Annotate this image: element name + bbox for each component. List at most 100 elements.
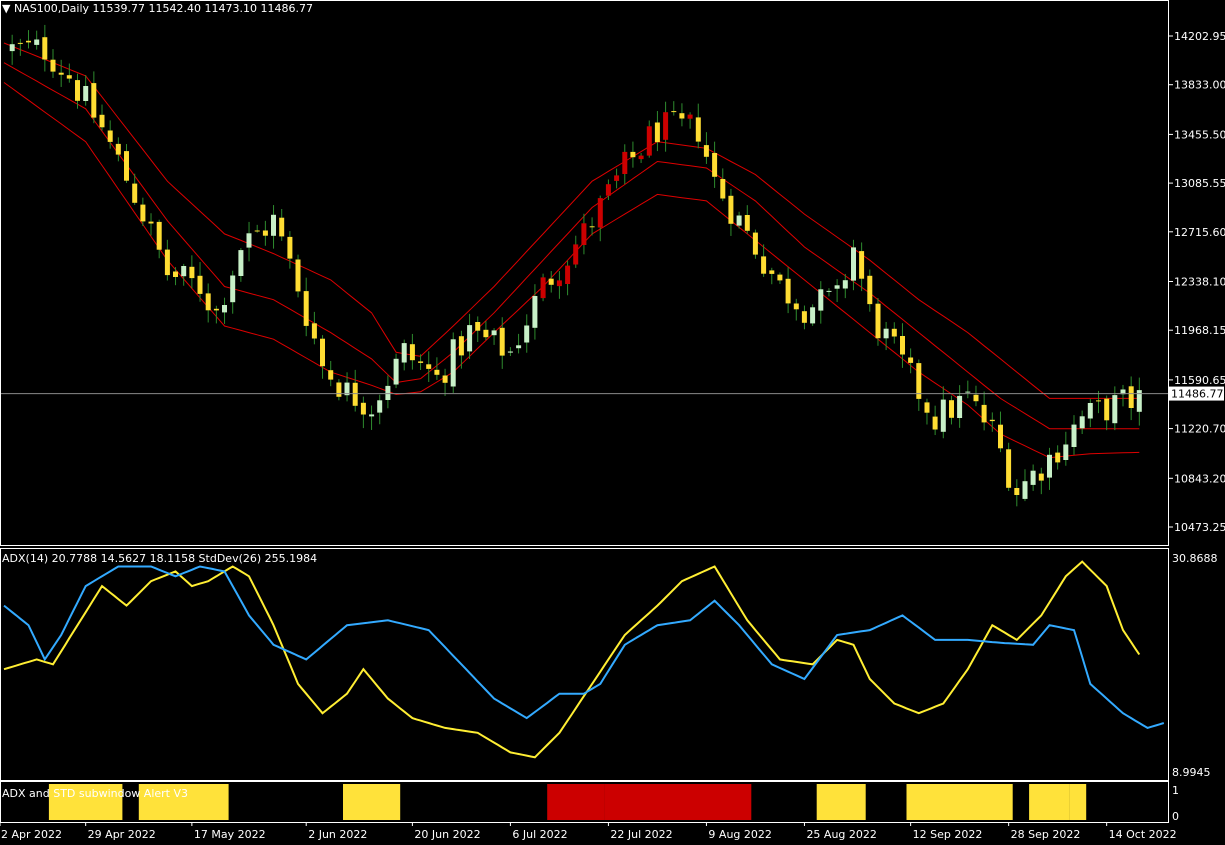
candle-body xyxy=(1063,444,1069,460)
chart-canvas: 11486.77 14202.95 13833.00 13455.50 13085.55… xyxy=(0,0,1225,841)
indicator-tick-label: 30.8688 xyxy=(1172,552,1218,565)
candle-body xyxy=(826,290,832,292)
candle-body xyxy=(687,114,693,119)
price-tick-label: 12338.10 xyxy=(1174,276,1225,289)
candle-body xyxy=(205,293,211,311)
candle-body xyxy=(230,275,236,303)
candle-body xyxy=(287,236,293,259)
candle-body xyxy=(222,305,227,313)
price-tick-label: 13085.55 xyxy=(1174,177,1225,190)
candle-body xyxy=(1055,452,1061,463)
candle-body xyxy=(1096,400,1101,402)
candle-body xyxy=(761,256,767,274)
candle-body xyxy=(965,391,971,393)
candle-body xyxy=(1038,473,1044,481)
candle-body xyxy=(785,278,791,304)
candle-body xyxy=(442,375,448,383)
candle-body xyxy=(483,329,489,338)
symbol-title: ▼ NAS100,Daily 11539.77 11542.40 11473.1… xyxy=(2,2,313,15)
candle-body xyxy=(605,184,611,196)
candle-body xyxy=(736,215,742,226)
candle-body xyxy=(246,233,252,248)
candle-body xyxy=(1022,481,1028,499)
signal-bar-red xyxy=(686,784,752,820)
x-tick-label: 12 Apr 2022 xyxy=(0,828,62,841)
candle-body xyxy=(238,250,244,276)
candle-body xyxy=(949,400,954,418)
candle-body xyxy=(91,83,97,118)
price-panel xyxy=(0,24,1168,507)
candle-body xyxy=(793,303,799,310)
price-tick-label: 13833.00 xyxy=(1174,79,1225,92)
candle-body xyxy=(1006,449,1012,488)
x-tick-label: 2 Jun 2022 xyxy=(308,828,367,841)
candle-body xyxy=(34,39,40,45)
envelope-band-lower xyxy=(3,82,1140,459)
candle-body xyxy=(1112,395,1118,424)
candle-body xyxy=(1087,403,1093,419)
candle-body xyxy=(1047,454,1052,478)
price-tick-label: 11220.70 xyxy=(1174,423,1225,436)
candle-body xyxy=(352,382,358,406)
candle-body xyxy=(769,270,775,274)
candle-body xyxy=(859,251,865,279)
candle-body xyxy=(58,72,64,75)
candle-body xyxy=(491,330,497,336)
candle-body xyxy=(467,325,473,352)
price-tick-label: 10843.20 xyxy=(1174,472,1225,485)
signal-bar-yellow xyxy=(816,784,866,820)
candle-body xyxy=(565,265,571,284)
price-tick-label: 11968.15 xyxy=(1174,324,1225,337)
candle-body xyxy=(164,249,170,276)
candle-body xyxy=(703,145,709,157)
candle-body xyxy=(801,311,807,323)
candle-body xyxy=(924,402,930,413)
x-tick-label: 28 Sep 2022 xyxy=(1011,828,1081,841)
x-tick-label: 6 Jul 2022 xyxy=(512,828,567,841)
candle-body xyxy=(450,339,456,387)
x-tick-label: 9 Aug 2022 xyxy=(708,828,771,841)
candle-body xyxy=(989,419,995,422)
candle-body xyxy=(720,179,726,199)
candle-body xyxy=(393,358,399,385)
price-tick-label: 14202.95 xyxy=(1174,30,1225,43)
candle-body xyxy=(181,266,187,277)
candle-body xyxy=(197,275,203,294)
candle-body xyxy=(622,151,628,174)
candle-body xyxy=(981,404,987,423)
candle-body xyxy=(303,291,309,326)
candle-body xyxy=(818,289,824,311)
candle-body xyxy=(173,271,178,277)
candle-body xyxy=(9,44,15,52)
candle-body xyxy=(851,247,856,281)
candle-body xyxy=(156,221,162,250)
candle-body xyxy=(107,130,113,142)
candle-body xyxy=(401,343,407,363)
candle-body xyxy=(540,277,546,299)
candle-body xyxy=(712,153,718,177)
candle-body xyxy=(630,151,636,158)
candle-body xyxy=(426,364,432,369)
candle-body xyxy=(75,80,80,101)
candle-body xyxy=(663,112,669,140)
candle-body xyxy=(671,111,677,113)
candle-body xyxy=(883,328,889,339)
candle-body xyxy=(262,230,268,236)
candle-body xyxy=(418,361,424,363)
adx-label: ADX(14) 20.7788 14.5627 18.1158 StdDev(2… xyxy=(2,552,317,565)
candle-body xyxy=(581,223,587,245)
candle-body xyxy=(597,198,603,228)
candle-body xyxy=(875,303,881,339)
x-tick-label: 17 May 2022 xyxy=(194,828,266,841)
price-tick-label: 11590.65 xyxy=(1174,374,1225,387)
candle-body xyxy=(973,394,979,402)
candle-body xyxy=(140,204,146,222)
candle-body xyxy=(1079,416,1085,429)
x-tick-label: 14 Oct 2022 xyxy=(1109,828,1177,841)
candle-body xyxy=(328,370,334,380)
x-tick-label: 25 Aug 2022 xyxy=(806,828,876,841)
candle-body xyxy=(744,215,750,231)
subwindow-label: ADX and STD subwindow Alert V3 xyxy=(2,787,188,800)
candle-body xyxy=(654,122,660,143)
candle-body xyxy=(728,195,734,224)
